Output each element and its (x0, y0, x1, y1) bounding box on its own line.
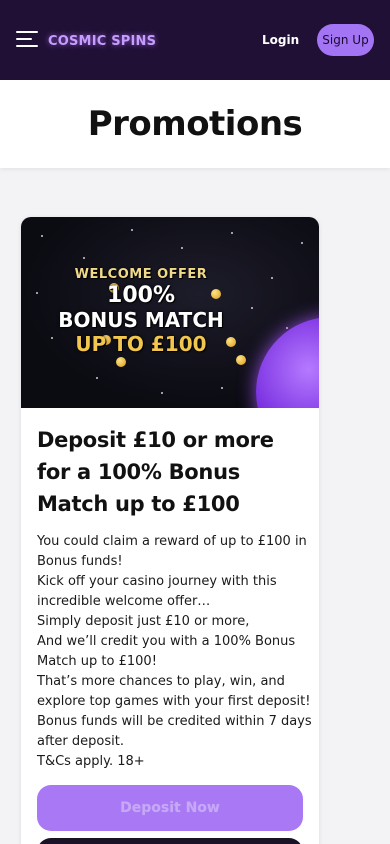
promo-desc-line: incredible welcome offer… (37, 594, 211, 609)
top-header: COSMIC SPINS Login Sign Up (0, 0, 390, 80)
promo-desc-line: Match up to £100! (37, 654, 157, 669)
login-link[interactable]: Login (262, 33, 299, 47)
promo-desc-line: And we’ll credit you with a 100% Bonus (37, 634, 296, 649)
promo-heading: Deposit £10 or more for a 100% Bonus Mat… (37, 428, 274, 516)
banner-welcome: WELCOME OFFER (74, 267, 208, 282)
promo-desc-line: You could claim a reward of up to £100 i… (37, 534, 307, 549)
secondary-button[interactable] (37, 838, 303, 844)
promo-desc-line: Bonus funds! (37, 554, 123, 569)
deposit-now-button[interactable]: Deposit Now (37, 785, 303, 831)
promo-desc-line: T&Cs apply. 18+ (37, 754, 145, 769)
promo-card-body: Deposit £10 or more for a 100% Bonus Mat… (21, 408, 319, 772)
promo-desc-line: That’s more chances to play, win, and (37, 674, 285, 689)
page-title-band: Promotions (0, 80, 390, 168)
promo-description: You could claim a reward of up to £100 i… (37, 532, 312, 772)
promo-desc-line: Bonus funds will be credited within 7 da… (37, 714, 312, 729)
banner-match: BONUS MATCH (58, 308, 224, 332)
promo-card: WELCOME OFFER 100% BONUS MATCH UP TO £10… (21, 217, 319, 844)
banner-percent: 100% (107, 283, 175, 308)
promo-desc-line: Kick off your casino journey with this (37, 574, 277, 589)
banner-upto: UP TO £100 (75, 332, 207, 356)
promo-desc-line: after deposit. (37, 734, 124, 749)
promo-banner-image: WELCOME OFFER 100% BONUS MATCH UP TO £10… (21, 217, 319, 408)
promo-desc-line: Simply deposit just £10 or more, (37, 614, 250, 629)
signup-button[interactable]: Sign Up (317, 24, 374, 56)
page-title: Promotions (87, 104, 303, 144)
menu-icon[interactable] (16, 31, 38, 47)
banner-text: WELCOME OFFER 100% BONUS MATCH UP TO £10… (21, 267, 261, 356)
brand-logo[interactable]: COSMIC SPINS (48, 31, 156, 51)
planet-graphic (256, 317, 319, 408)
promo-desc-line: explore top games with your first deposi… (37, 694, 311, 709)
